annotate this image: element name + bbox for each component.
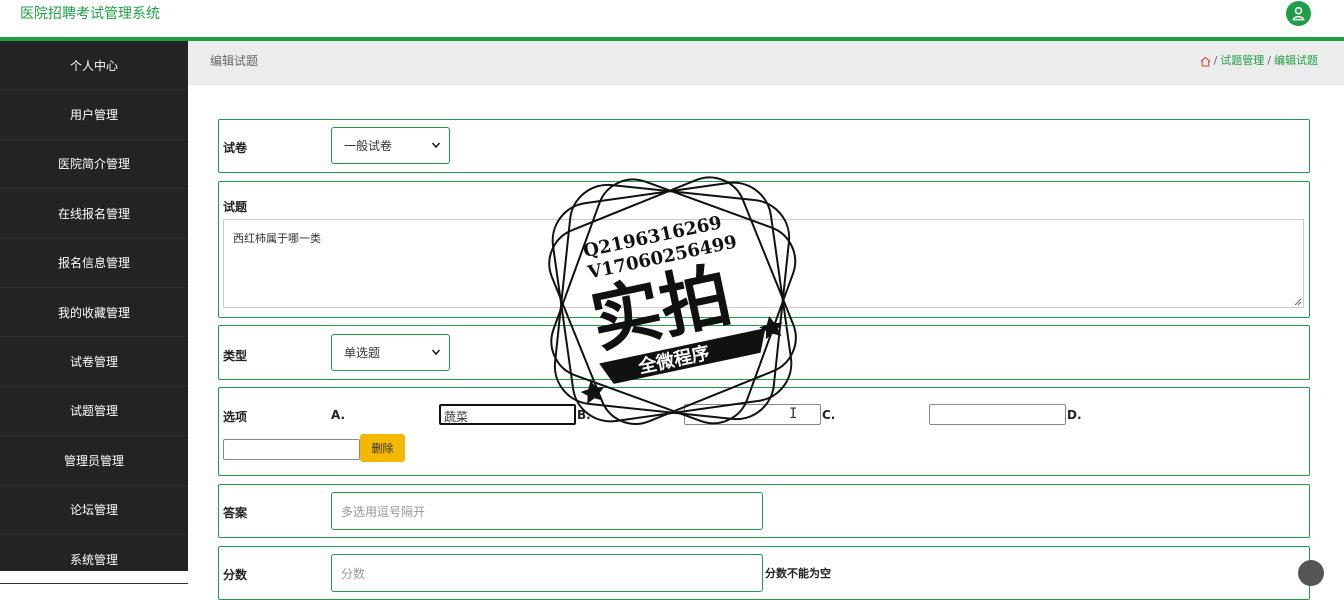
question-row: 试题 西红柿属于哪一类 — [218, 181, 1310, 318]
question-label: 试题 — [223, 200, 248, 214]
chevron-down-icon — [431, 142, 441, 149]
score-validation-note: 分数不能为空 — [765, 567, 831, 580]
answer-input[interactable]: 多选用逗号隔开 — [331, 492, 763, 530]
paper-label: 试卷 — [223, 141, 248, 155]
score-label: 分数 — [223, 568, 248, 582]
sidebar-item-hospital-intro[interactable]: 医院简介管理 — [0, 140, 188, 190]
breadcrumb-separator: / — [1267, 54, 1271, 67]
sidebar: 个人中心 用户管理 医院简介管理 在线报名管理 报名信息管理 我的收藏管理 试卷… — [0, 41, 188, 585]
option-d-letter: D. — [1067, 408, 1082, 422]
delete-option-button[interactable]: 删除 — [360, 434, 405, 462]
option-b-letter: B. — [577, 408, 591, 422]
score-input[interactable]: 分数 — [331, 554, 763, 592]
paper-row: 试卷 一般试卷 — [218, 119, 1310, 173]
text-cursor-icon: I — [789, 406, 798, 422]
sidebar-item-favorites[interactable]: 我的收藏管理 — [0, 288, 188, 338]
answer-label: 答案 — [223, 506, 248, 520]
resize-handle-icon[interactable] — [1294, 298, 1302, 306]
type-label: 类型 — [223, 349, 248, 363]
paper-select[interactable]: 一般试卷 — [331, 127, 450, 164]
options-row: 选项 A. 蔬菜 B. C. D. 删除 — [218, 387, 1310, 476]
breadcrumb-edit-question: 编辑试题 — [1274, 54, 1318, 67]
question-text: 西红柿属于哪一类 — [233, 232, 321, 245]
sidebar-item-forum[interactable]: 论坛管理 — [0, 486, 188, 535]
answer-row: 答案 多选用逗号隔开 — [218, 484, 1310, 538]
question-textarea[interactable]: 西红柿属于哪一类 — [223, 219, 1304, 308]
sidebar-item-admins[interactable]: 管理员管理 — [0, 436, 188, 486]
type-row: 类型 单选题 — [218, 325, 1310, 380]
options-label: 选项 — [223, 410, 248, 424]
option-c-input[interactable] — [929, 404, 1066, 425]
home-icon[interactable] — [1200, 56, 1211, 67]
option-a-letter: A. — [331, 408, 346, 422]
type-select-value: 单选题 — [344, 346, 381, 360]
option-d-input[interactable] — [223, 439, 360, 460]
sidebar-item-system[interactable]: 系统管理 — [0, 535, 188, 585]
app-title: 医院招聘考试管理系统 — [20, 6, 160, 22]
chevron-down-icon — [431, 349, 441, 356]
type-select[interactable]: 单选题 — [331, 334, 450, 371]
sidebar-item-questions[interactable]: 试题管理 — [0, 387, 188, 437]
breadcrumb: / 试题管理 / 编辑试题 — [1200, 53, 1318, 69]
top-bar: 医院招聘考试管理系统 — [0, 0, 1344, 37]
sidebar-item-profile[interactable]: 个人中心 — [0, 41, 188, 91]
breadcrumb-question-management[interactable]: 试题管理 — [1220, 53, 1264, 69]
option-a-input[interactable]: 蔬菜 — [439, 404, 576, 425]
option-b-input[interactable] — [684, 404, 821, 425]
sidebar-item-users[interactable]: 用户管理 — [0, 90, 188, 140]
scroll-to-top-button[interactable] — [1298, 560, 1324, 586]
sidebar-item-online-registration[interactable]: 在线报名管理 — [0, 189, 188, 239]
paper-select-value: 一般试卷 — [344, 139, 393, 153]
sidebar-item-registration-info[interactable]: 报名信息管理 — [0, 239, 188, 288]
user-icon[interactable] — [1286, 1, 1311, 26]
breadcrumb-separator: / — [1213, 54, 1218, 67]
score-row: 分数 分数 分数不能为空 — [218, 546, 1310, 600]
option-c-letter: C. — [822, 408, 836, 422]
sidebar-item-papers[interactable]: 试卷管理 — [0, 337, 188, 387]
page-title: 编辑试题 — [210, 54, 259, 68]
content-header: 编辑试题 / 试题管理 / 编辑试题 — [188, 41, 1344, 85]
